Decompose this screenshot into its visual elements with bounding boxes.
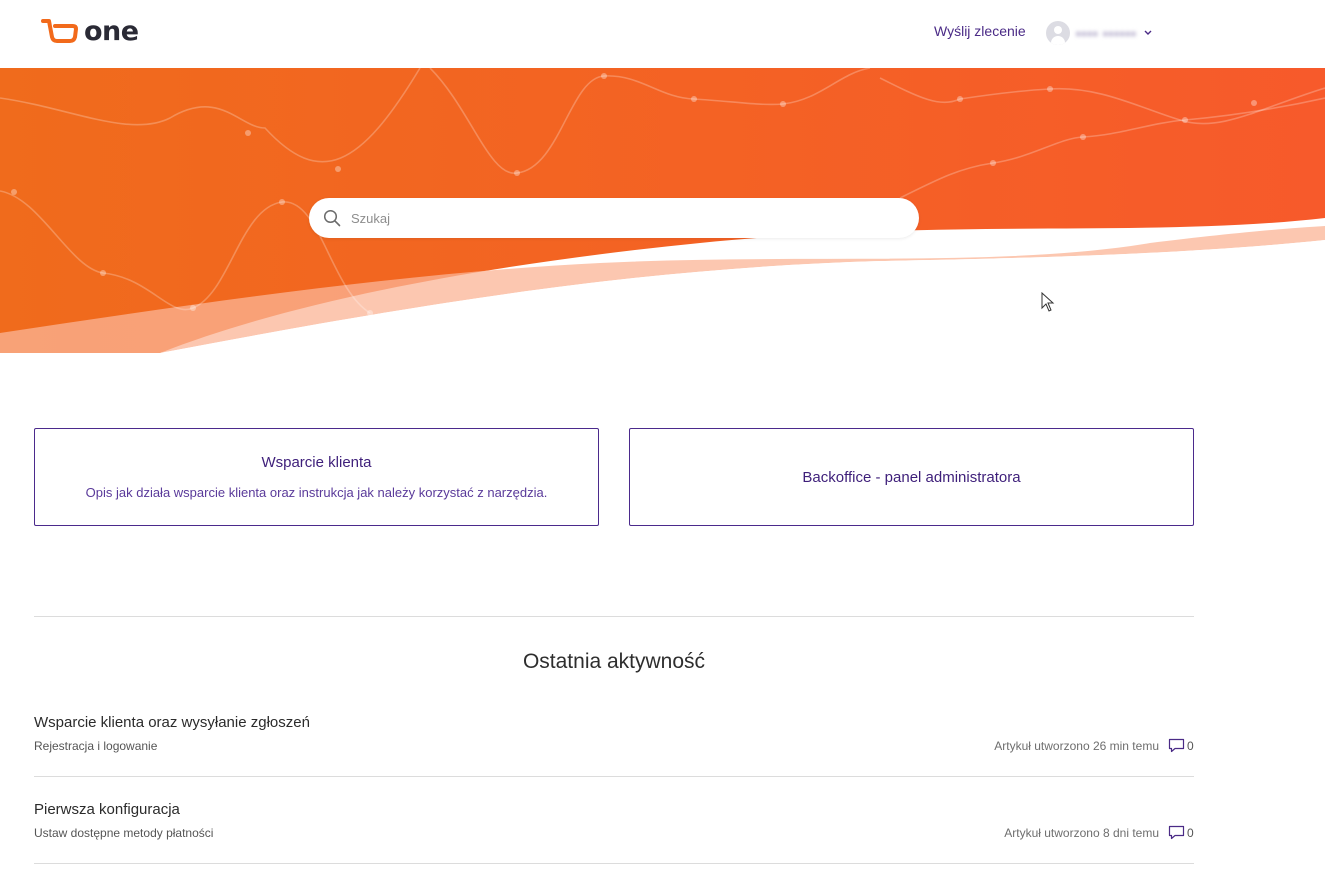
card-title: Backoffice - panel administratora [802,468,1021,486]
comment-count: 0 [1187,738,1194,753]
category-card-customer-support[interactable]: Wsparcie klienta Opis jak działa wsparci… [34,428,599,526]
category-card-backoffice[interactable]: Backoffice - panel administratora [629,428,1194,526]
user-avatar-icon [1046,21,1070,45]
card-title: Wsparcie klienta [261,454,372,471]
chevron-down-icon [1144,30,1152,35]
mouse-pointer-icon [1041,292,1055,312]
activity-item-meta: Artykuł utworzono 8 dni temu [1004,826,1159,840]
section-divider [34,616,1194,617]
activity-item-title[interactable]: Pierwsza konfiguracja [34,801,180,818]
activity-item-section[interactable]: Ustaw dostępne metody płatności [34,826,213,840]
comment-icon [1168,825,1185,840]
top-header: one Wyślij zlecenie ▪▪▪▪ ▪▪▪▪▪▪ [0,0,1325,68]
recent-activity-heading: Ostatnia aktywność [522,650,706,673]
user-name: ▪▪▪▪ ▪▪▪▪▪▪ [1076,25,1137,41]
basket-logo-icon [41,19,78,43]
search-input[interactable] [349,209,893,227]
activity-item-meta: Artykuł utworzono 26 min temu [994,739,1159,753]
user-menu[interactable]: ▪▪▪▪ ▪▪▪▪▪▪ [1046,20,1153,46]
search-bar[interactable] [309,198,919,238]
row-divider [34,863,1194,864]
activity-item-comments[interactable]: 0 [1168,825,1194,840]
brand-logo[interactable]: one [40,14,139,48]
activity-item-section[interactable]: Rejestracja i logowanie [34,739,157,753]
activity-item-comments[interactable]: 0 [1168,738,1194,753]
search-icon [323,209,341,227]
brand-name: one [84,15,139,47]
send-request-link[interactable]: Wyślij zlecenie [934,23,1026,39]
card-description: Opis jak działa wsparcie klienta oraz in… [85,485,548,500]
activity-item-title[interactable]: Wsparcie klienta oraz wysyłanie zgłoszeń [34,714,310,731]
comment-icon [1168,738,1185,753]
comment-count: 0 [1187,825,1194,840]
row-divider [34,776,1194,777]
